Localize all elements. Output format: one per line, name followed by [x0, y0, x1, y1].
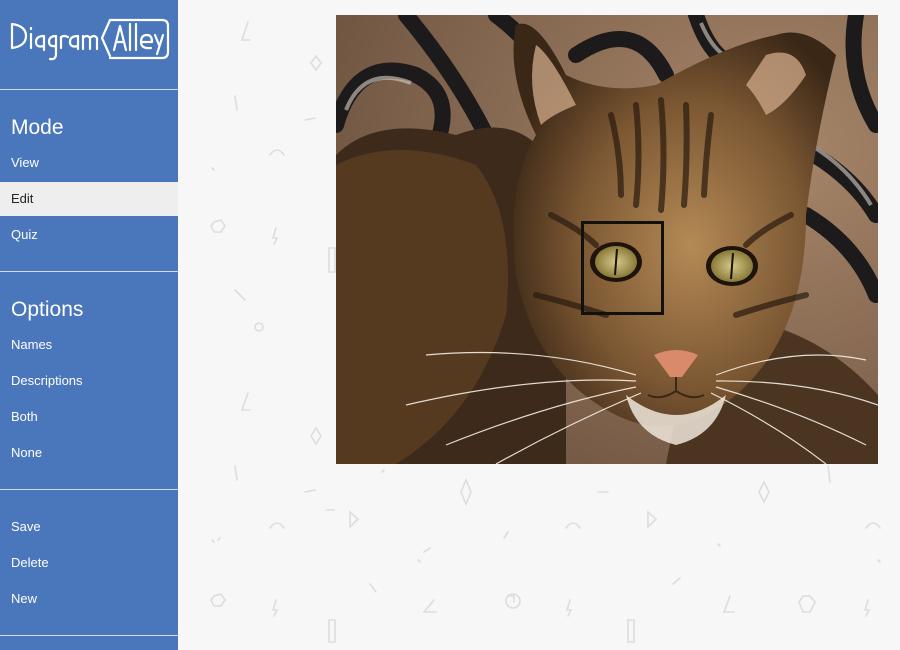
divider	[0, 271, 178, 272]
option-item-names[interactable]: Names	[0, 328, 178, 362]
mode-item-quiz[interactable]: Quiz	[0, 218, 178, 252]
app-logo[interactable]	[0, 0, 178, 88]
option-item-none[interactable]: None	[0, 436, 178, 470]
save-button[interactable]: Save	[0, 510, 178, 544]
mode-section-title: Mode	[11, 116, 64, 139]
option-item-descriptions[interactable]: Descriptions	[0, 364, 178, 398]
divider	[0, 635, 178, 636]
new-button[interactable]: New	[0, 582, 178, 616]
region-selection-box[interactable]	[581, 221, 664, 315]
divider	[0, 89, 178, 90]
diagram-alley-logo	[10, 18, 170, 61]
options-section-title: Options	[11, 298, 84, 321]
delete-button[interactable]: Delete	[0, 546, 178, 580]
mode-item-edit[interactable]: Edit	[0, 182, 178, 216]
divider	[0, 489, 178, 490]
mode-item-view[interactable]: View	[0, 146, 178, 180]
sidebar: Mode View Edit Quiz Options Names Descri…	[0, 0, 178, 650]
option-item-both[interactable]: Both	[0, 400, 178, 434]
